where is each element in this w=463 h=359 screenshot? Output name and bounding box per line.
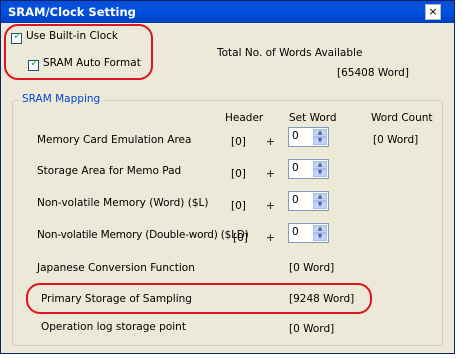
set-word-spinner[interactable]: 0 ▲ ▼ (288, 127, 329, 147)
spin-down-icon[interactable]: ▼ (313, 137, 327, 145)
highlight-oval-options (4, 24, 153, 80)
sram-clock-dialog: SRAM/Clock Setting × ✓ Use Built-in Cloc… (0, 0, 455, 354)
spin-up-icon[interactable]: ▲ (313, 193, 327, 201)
total-words-label: Total No. of Words Available (217, 47, 363, 59)
row-word-count: [0 Word] (289, 323, 335, 335)
row-header-value: [0] (231, 200, 246, 212)
spin-down-icon[interactable]: ▼ (313, 169, 327, 177)
window-title: SRAM/Clock Setting (8, 5, 136, 19)
set-word-value: 0 (292, 194, 299, 206)
title-bar: SRAM/Clock Setting × (1, 1, 454, 23)
row-header-value: [0] (233, 232, 248, 244)
spin-up-icon[interactable]: ▲ (313, 225, 327, 233)
column-header-set-word: Set Word (289, 112, 337, 124)
set-word-spinner[interactable]: 0 ▲ ▼ (288, 191, 329, 211)
plus-sign: + (266, 168, 275, 180)
row-header-value: [0] (231, 136, 246, 148)
row-word-count: [0 Word] (289, 262, 335, 274)
plus-sign: + (266, 200, 275, 212)
row-label: Storage Area for Memo Pad (37, 165, 182, 177)
row-label: Operation log storage point (41, 321, 186, 333)
spin-up-icon[interactable]: ▲ (313, 129, 327, 137)
set-word-value: 0 (292, 162, 299, 174)
row-label: Memory Card Emulation Area (37, 134, 192, 146)
plus-sign: + (266, 136, 275, 148)
plus-sign: + (266, 232, 275, 244)
column-header-word-count: Word Count (371, 112, 433, 124)
highlight-oval-sampling (26, 283, 372, 314)
spin-down-icon[interactable]: ▼ (313, 201, 327, 209)
row-label: Japanese Conversion Function (37, 262, 195, 274)
column-header-header: Header (225, 112, 264, 124)
total-words-value: [65408 Word] (337, 67, 409, 79)
close-icon: × (428, 5, 438, 18)
set-word-value: 0 (292, 226, 299, 238)
set-word-value: 0 (292, 130, 299, 142)
row-header-value: [0] (231, 168, 246, 180)
set-word-spinner[interactable]: 0 ▲ ▼ (288, 159, 329, 179)
row-label: Non-volatile Memory (Double-word) ($LD) (37, 229, 249, 241)
row-word-count: [0 Word] (373, 134, 419, 146)
spin-down-icon[interactable]: ▼ (313, 233, 327, 241)
set-word-spinner[interactable]: 0 ▲ ▼ (288, 223, 329, 243)
row-label: Non-volatile Memory (Word) ($L) (37, 197, 209, 209)
sram-mapping-title: SRAM Mapping (19, 93, 104, 105)
spin-up-icon[interactable]: ▲ (313, 161, 327, 169)
close-button[interactable]: × (425, 4, 441, 20)
